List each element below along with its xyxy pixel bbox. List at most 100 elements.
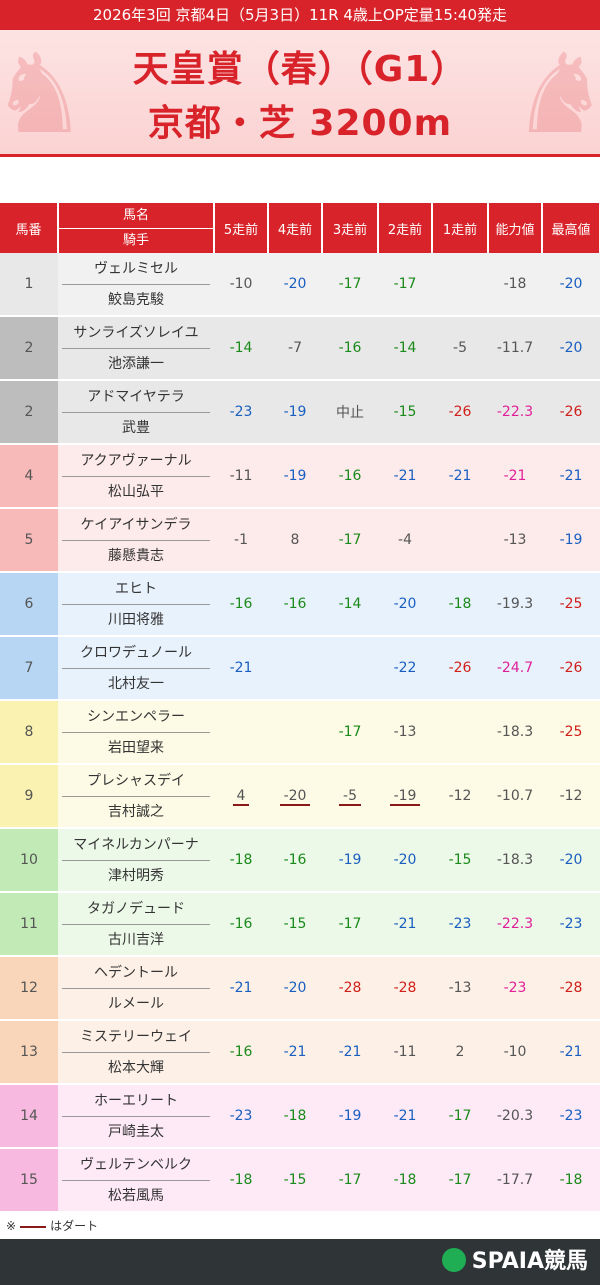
max-value: -21 bbox=[559, 468, 583, 484]
horse-name: タガノデュード bbox=[62, 894, 210, 925]
max-value: -26 bbox=[559, 404, 583, 420]
r2-cell: -17 bbox=[378, 253, 432, 317]
r3-value: -16 bbox=[338, 340, 362, 356]
max-cell: -12 bbox=[542, 764, 600, 829]
r3-value: -17 bbox=[338, 1172, 362, 1188]
r5-cell: -18 bbox=[214, 1148, 268, 1213]
r3-value: -16 bbox=[338, 468, 362, 484]
max-value: -20 bbox=[559, 340, 583, 356]
r3-value: -17 bbox=[338, 276, 362, 292]
r5-value: -11 bbox=[229, 468, 253, 484]
max-cell: -20 bbox=[542, 253, 600, 317]
horse-jockey-cell[interactable]: クロワデュノール 北村友一 bbox=[58, 636, 214, 701]
umaban-cell: 4 bbox=[0, 444, 58, 509]
horse-jockey-cell[interactable]: プレシャスデイ 吉村誠之 bbox=[58, 764, 214, 829]
r2-value: -21 bbox=[393, 1108, 417, 1124]
table-row: 14 ホーエリート 戸崎圭太 -23 -18 -19 -21 -17 -20.3 -23 bbox=[0, 1084, 600, 1149]
table-row: 13 ミステリーウェイ 松本大輝 -16 -21 -21 -11 2 -10 -21 bbox=[0, 1020, 600, 1085]
r3-cell: -17 bbox=[322, 508, 378, 573]
table-row: 7 クロワデュノール 北村友一 -21 -22 -26 -24.7 -26 bbox=[0, 636, 600, 701]
horse-jockey-cell[interactable]: マイネルカンパーナ 津村明秀 bbox=[58, 828, 214, 893]
horse-jockey-cell[interactable]: ホーエリート 戸崎圭太 bbox=[58, 1084, 214, 1149]
r2-cell: -11 bbox=[378, 1020, 432, 1085]
horse-jockey-cell[interactable]: シンエンペラー 岩田望来 bbox=[58, 700, 214, 765]
ability-cell: -24.7 bbox=[488, 636, 542, 701]
r4-value: -18 bbox=[283, 1108, 307, 1124]
r5-cell: -16 bbox=[214, 572, 268, 637]
horse-jockey-cell[interactable]: アクアヴァーナル 松山弘平 bbox=[58, 444, 214, 509]
col-r1: 1走前 bbox=[432, 203, 489, 253]
horse-name: ヴェルミセル bbox=[62, 254, 210, 285]
jockey-name: 鮫島克駿 bbox=[108, 291, 164, 308]
r2-cell: -20 bbox=[378, 828, 432, 893]
ability-cell: -21 bbox=[488, 444, 542, 509]
r4-value: -21 bbox=[283, 1044, 307, 1060]
ability-value: -18.3 bbox=[496, 852, 534, 868]
r3-value: -21 bbox=[338, 1044, 362, 1060]
r2-value: -19 bbox=[389, 788, 421, 806]
r3-cell: -14 bbox=[322, 572, 378, 637]
umaban-cell: 12 bbox=[0, 956, 58, 1021]
r2-value: -17 bbox=[393, 276, 417, 292]
ability-cell: -17.7 bbox=[488, 1148, 542, 1213]
r4-cell: -15 bbox=[268, 892, 322, 957]
r5-cell: -18 bbox=[214, 828, 268, 893]
horse-jockey-cell[interactable]: ヴェルテンベルク 松若風馬 bbox=[58, 1148, 214, 1213]
r1-cell: -21 bbox=[432, 444, 488, 509]
r4-cell: -18 bbox=[268, 1084, 322, 1149]
horse-jockey-cell[interactable]: サンライズソレイユ 池添謙一 bbox=[58, 316, 214, 381]
r4-value: -15 bbox=[283, 916, 307, 932]
spaia-logo[interactable]: SPAIA競馬 bbox=[441, 1248, 588, 1276]
horse-jockey-cell[interactable]: エヒト 川田将雅 bbox=[58, 572, 214, 637]
horse-jockey-cell[interactable]: ミステリーウェイ 松本大輝 bbox=[58, 1020, 214, 1085]
r3-cell: -16 bbox=[322, 444, 378, 509]
r1-cell: -26 bbox=[432, 380, 488, 445]
r3-value: -5 bbox=[339, 788, 361, 806]
r3-value: -28 bbox=[338, 980, 362, 996]
r2-value: -20 bbox=[393, 596, 417, 612]
r2-value: -20 bbox=[393, 852, 417, 868]
ability-cell: -10 bbox=[488, 1020, 542, 1085]
horse-jockey-cell[interactable]: タガノデュード 古川吉洋 bbox=[58, 892, 214, 957]
ability-cell: -23 bbox=[488, 956, 542, 1021]
r5-cell: -21 bbox=[214, 956, 268, 1021]
jockey-name: 川田将雅 bbox=[108, 611, 164, 628]
max-value: -25 bbox=[559, 724, 583, 740]
r2-cell: -15 bbox=[378, 380, 432, 445]
r5-cell: -10 bbox=[214, 253, 268, 317]
r1-value: -17 bbox=[448, 1172, 472, 1188]
umaban-cell: 15 bbox=[0, 1148, 58, 1213]
umaban-cell: 2 bbox=[0, 316, 58, 381]
horse-jockey-cell[interactable]: ヘデントール ルメール bbox=[58, 956, 214, 1021]
r1-value: -15 bbox=[448, 852, 472, 868]
course-title: 京都・芝 3200m bbox=[147, 103, 453, 144]
horse-jockey-cell[interactable]: ヴェルミセル鮫島克駿 bbox=[58, 253, 214, 317]
horse-jockey-cell[interactable]: アドマイヤテラ 武豊 bbox=[58, 380, 214, 445]
table-row: 8 シンエンペラー 岩田望来 -17 -13 -18.3 -25 bbox=[0, 700, 600, 765]
r2-value: -18 bbox=[393, 1172, 417, 1188]
r5-value: -16 bbox=[229, 1044, 253, 1060]
col-r3: 3走前 bbox=[322, 203, 379, 253]
r5-cell: -16 bbox=[214, 1020, 268, 1085]
r4-value: -15 bbox=[283, 1172, 307, 1188]
r2-cell: -28 bbox=[378, 956, 432, 1021]
table-row: 15 ヴェルテンベルク 松若風馬 -18 -15 -17 -18 -17 -17.7 -18 bbox=[0, 1148, 600, 1213]
umaban-cell: 6 bbox=[0, 572, 58, 637]
ability-cell: -18 bbox=[488, 253, 542, 317]
table-row: 11 タガノデュード 古川吉洋 -16 -15 -17 -21 -23 -22.3 -23 bbox=[0, 892, 600, 957]
ability-value: -18.3 bbox=[496, 724, 534, 740]
r2-value: -11 bbox=[393, 1044, 417, 1060]
max-cell: -26 bbox=[542, 380, 600, 445]
ability-value: -22.3 bbox=[496, 916, 534, 932]
r5-cell: -16 bbox=[214, 892, 268, 957]
r1-value: -26 bbox=[448, 660, 472, 676]
max-value: -26 bbox=[559, 660, 583, 676]
horse-jockey-cell[interactable]: ケイアイサンデラ 藤懸貴志 bbox=[58, 508, 214, 573]
r3-value: -19 bbox=[338, 1108, 362, 1124]
r2-value: -28 bbox=[393, 980, 417, 996]
r2-value: -21 bbox=[393, 468, 417, 484]
r1-value: -5 bbox=[453, 340, 467, 356]
ability-value: -11.7 bbox=[496, 340, 534, 356]
r5-cell: -23 bbox=[214, 380, 268, 445]
r4-cell: -21 bbox=[268, 1020, 322, 1085]
